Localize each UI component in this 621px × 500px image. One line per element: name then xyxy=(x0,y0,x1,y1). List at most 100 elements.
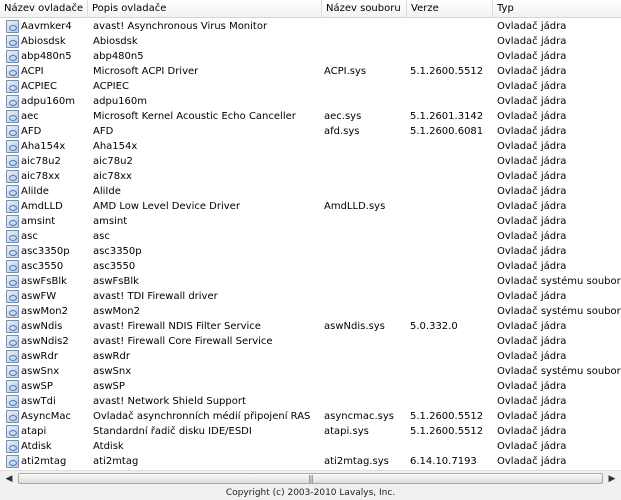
driver-icon xyxy=(6,290,19,303)
cell-type: Ovladač jádra xyxy=(497,201,567,212)
cell-description: aswSP xyxy=(93,381,125,392)
cell-description: avast! Firewall NDIS Filter Service xyxy=(93,321,261,332)
table-row[interactable]: aswFW avast! TDI Firewall driver Ovladač j… xyxy=(0,289,621,304)
cell-type: Ovladač jádra xyxy=(497,66,567,77)
cell-version xyxy=(407,334,493,349)
cell-description: aswRdr xyxy=(93,351,130,362)
driver-icon xyxy=(6,380,19,393)
cell-version: 5.1.2600.6081 xyxy=(410,126,484,137)
column-header-type[interactable]: Typ xyxy=(493,0,621,17)
table-row[interactable]: adpu160m adpu160m Ovladač jádra xyxy=(0,94,621,109)
table-row[interactable]: aswFsBlk aswFsBlk Ovladač systému souborů xyxy=(0,274,621,289)
driver-icon xyxy=(6,305,19,318)
driver-name-label: AmdLLD xyxy=(21,201,63,212)
driver-name-label: amsint xyxy=(21,216,56,227)
cell-file-name xyxy=(322,349,407,364)
horizontal-scrollbar[interactable]: ◀ ||| ▶ xyxy=(0,470,621,486)
table-row[interactable]: aswSnx aswSnx Ovladač systému souborů xyxy=(0,364,621,379)
driver-icon xyxy=(6,455,19,468)
cell-type: Ovladač jádra xyxy=(497,51,567,62)
cell-version xyxy=(407,379,493,394)
cell-driver-name: aswTdi xyxy=(6,394,88,409)
cell-version xyxy=(407,304,493,319)
cell-version xyxy=(407,199,493,214)
driver-icon xyxy=(6,365,19,378)
table-row[interactable]: Aha154x Aha154x Ovladač jádra xyxy=(0,139,621,154)
cell-description: aic78u2 xyxy=(93,156,133,167)
cell-description: aswMon2 xyxy=(93,306,140,317)
table-row[interactable]: atapi Standardní řadič disku IDE/ESDI atap… xyxy=(0,424,621,439)
cell-driver-name: atapi xyxy=(6,424,88,439)
table-row[interactable]: Atdisk Atdisk Ovladač jádra xyxy=(0,439,621,454)
table-row[interactable]: ACPI Microsoft ACPI Driver ACPI.sys 5.1.260… xyxy=(0,64,621,79)
driver-icon xyxy=(6,95,19,108)
table-row[interactable]: amsint amsint Ovladač jádra xyxy=(0,214,621,229)
cell-version xyxy=(407,139,493,154)
table-row[interactable]: AFD AFD afd.sys 5.1.2600.6081 Ovladač jádra xyxy=(0,124,621,139)
table-row[interactable]: aec Microsoft Kernel Acoustic Echo Cancel… xyxy=(0,109,621,124)
table-row[interactable]: AmdLLD AMD Low Level Device Driver AmdLLD.… xyxy=(0,199,621,214)
scroll-left-icon[interactable]: ◀ xyxy=(1,472,17,486)
table-row[interactable]: aswMon2 aswMon2 Ovladač systému souborů xyxy=(0,304,621,319)
driver-name-label: asc xyxy=(21,231,38,242)
cell-version xyxy=(407,34,493,49)
table-row[interactable]: Abiosdsk Abiosdsk Ovladač jádra xyxy=(0,34,621,49)
cell-version: 5.0.332.0 xyxy=(410,321,458,332)
table-row[interactable]: asc3350p asc3350p Ovladač jádra xyxy=(0,244,621,259)
table-row[interactable]: aswNdis2 avast! Firewall Core Firewall Se… xyxy=(0,334,621,349)
cell-file-name xyxy=(322,364,407,379)
table-row[interactable]: aic78u2 aic78u2 Ovladač jádra xyxy=(0,154,621,169)
driver-name-label: ACPIEC xyxy=(21,81,57,92)
cell-type: Ovladač jádra xyxy=(497,126,567,137)
cell-driver-name: ati2mtag xyxy=(6,454,88,469)
table-row[interactable]: aswRdr aswRdr Ovladač jádra xyxy=(0,349,621,364)
table-row[interactable]: abp480n5 abp480n5 Ovladač jádra xyxy=(0,49,621,64)
table-row[interactable]: asc asc Ovladač jádra xyxy=(0,229,621,244)
driver-icon xyxy=(6,320,19,333)
column-header-version[interactable]: Verze xyxy=(407,0,493,17)
driver-icon xyxy=(6,80,19,93)
driver-name-label: aic78u2 xyxy=(21,156,61,167)
cell-description: Abiosdsk xyxy=(93,36,138,47)
driver-name-label: aswNdis2 xyxy=(21,336,69,347)
cell-type: Ovladač jádra xyxy=(497,171,567,182)
table-row[interactable]: aswNdis avast! Firewall NDIS Filter Servi… xyxy=(0,319,621,334)
driver-icon xyxy=(6,35,19,48)
cell-file-name xyxy=(322,304,407,319)
driver-name-label: abp480n5 xyxy=(21,51,72,62)
column-header-driver-name[interactable]: Název ovladače xyxy=(0,0,88,17)
cell-file-name: aswNdis.sys xyxy=(324,321,385,332)
cell-driver-name: aswSP xyxy=(6,379,88,394)
table-row[interactable]: AliIde AliIde Ovladač jádra xyxy=(0,184,621,199)
scroll-right-icon[interactable]: ▶ xyxy=(604,472,620,486)
column-header-driver-description[interactable]: Popis ovladače xyxy=(88,0,322,17)
cell-file-name xyxy=(322,94,407,109)
table-row[interactable]: aswSP aswSP Ovladač jádra xyxy=(0,379,621,394)
table-row[interactable]: aswTdi avast! Network Shield Support Ovlad… xyxy=(0,394,621,409)
cell-description: avast! Asynchronous Virus Monitor xyxy=(93,21,268,32)
cell-version xyxy=(407,154,493,169)
table-row[interactable]: ACPIEC ACPIEC Ovladač jádra xyxy=(0,79,621,94)
cell-version xyxy=(407,19,493,34)
table-row[interactable]: Aavmker4 avast! Asynchronous Virus Monito… xyxy=(0,19,621,34)
cell-version xyxy=(407,49,493,64)
cell-file-name: afd.sys xyxy=(324,126,360,137)
table-row[interactable]: aic78xx aic78xx Ovladač jádra xyxy=(0,169,621,184)
cell-description: aswSnx xyxy=(93,366,132,377)
cell-file-name: atapi.sys xyxy=(324,426,369,437)
cell-file-name: ACPI.sys xyxy=(324,66,367,77)
driver-icon xyxy=(6,140,19,153)
grip-icon: ||| xyxy=(307,474,314,483)
cell-file-name xyxy=(322,259,407,274)
table-row[interactable]: ati2mtag ati2mtag ati2mtag.sys 6.14.10.7193… xyxy=(0,454,621,469)
table-row[interactable]: asc3550 asc3550 Ovladač jádra xyxy=(0,259,621,274)
cell-driver-name: AFD xyxy=(6,124,88,139)
cell-description: Ovladač asynchronních médií připojení RA… xyxy=(93,411,311,422)
cell-file-name xyxy=(322,79,407,94)
scrollbar-thumb[interactable]: ||| xyxy=(18,473,603,484)
cell-file-name xyxy=(322,154,407,169)
table-row[interactable]: AsyncMac Ovladač asynchronních médií přip… xyxy=(0,409,621,424)
column-header-file-name[interactable]: Název souboru xyxy=(322,0,407,17)
cell-driver-name: asc3350p xyxy=(6,244,88,259)
cell-type: Ovladač jádra xyxy=(497,111,567,122)
